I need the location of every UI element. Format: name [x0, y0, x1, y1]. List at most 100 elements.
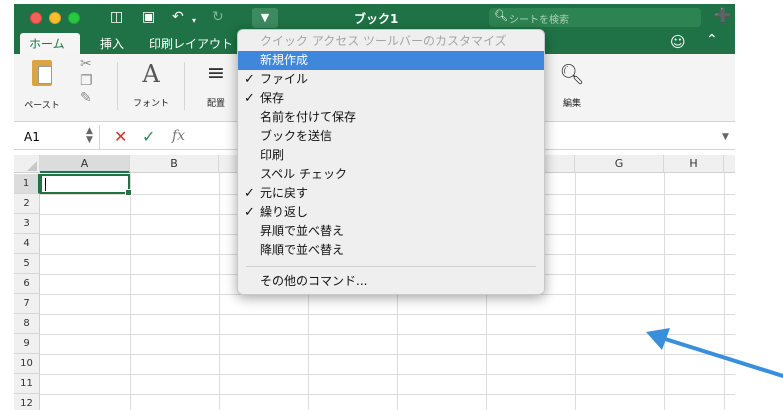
annotation-arrow	[646, 328, 783, 378]
row-header-2[interactable]: 2	[14, 194, 40, 214]
menu-item-label: 印刷	[260, 148, 285, 162]
format-painter-icon[interactable]: ✎	[80, 90, 106, 107]
tab-insert[interactable]: 挿入	[100, 35, 124, 52]
row-header-7[interactable]: 7	[14, 294, 40, 314]
expand-formula-bar-icon[interactable]: ▼	[722, 132, 729, 142]
menu-item-label: 名前を付けて保存	[260, 110, 357, 124]
row-header-10[interactable]: 10	[14, 354, 40, 374]
checkmark-icon: ✓	[244, 91, 255, 106]
menu-item-label: 繰り返し	[260, 205, 309, 219]
arrow-shaft	[660, 336, 783, 378]
menu-item[interactable]: 名前を付けて保存	[238, 108, 544, 127]
menu-divider	[246, 266, 536, 267]
menu-item[interactable]: 降順で並べ替え	[238, 241, 544, 260]
menu-item-label: 新規作成	[260, 53, 309, 67]
menu-item[interactable]: 昇順で並べ替え	[238, 222, 544, 241]
chevron-down-icon: ▼	[260, 11, 270, 24]
sheet-search-input[interactable]: 🔍︎ シートを検索	[489, 8, 701, 27]
menu-header: クイック アクセス ツールバーのカスタマイズ	[260, 34, 507, 48]
column-header-g[interactable]: G	[575, 155, 664, 173]
grid-row-line	[40, 394, 735, 395]
menu-item-more-commands[interactable]: その他のコマンド...	[238, 272, 544, 291]
window-title: ブック1	[354, 12, 399, 26]
clipboard-icon	[32, 60, 52, 86]
confirm-entry-icon[interactable]: ✓	[142, 127, 155, 146]
row-header-3[interactable]: 3	[14, 214, 40, 234]
paste-label: ペースト	[24, 101, 60, 111]
row-header-9[interactable]: 9	[14, 334, 40, 354]
font-button[interactable]: A フォント	[128, 60, 174, 109]
insert-function-icon[interactable]: fx	[172, 128, 185, 144]
menu-item[interactable]: ✓ 繰り返し	[238, 203, 544, 222]
menu-item-label: ファイル	[260, 72, 309, 86]
undo-icon[interactable]: ↶	[172, 8, 184, 26]
title-bar: ◫ ▣ ↶ ▾ ↻ ▼ ブック1 🔍︎ シートを検索 ➕	[14, 4, 735, 31]
sidebar-toggle-icon[interactable]: ◫	[110, 8, 123, 26]
close-window-button[interactable]	[30, 12, 42, 24]
share-user-icon[interactable]: ➕	[714, 8, 731, 24]
text-cursor	[45, 178, 46, 191]
qat-customize-button[interactable]: ▼	[252, 8, 278, 28]
collapse-ribbon-icon[interactable]: ⌃	[706, 32, 718, 48]
alignment-button[interactable]: ≡ 配置	[198, 60, 234, 109]
feedback-smiley-icon[interactable]: ☺	[670, 33, 686, 51]
tab-home[interactable]: ホーム	[20, 33, 80, 54]
checkmark-icon: ✓	[244, 205, 255, 220]
grid-row-line	[40, 334, 735, 335]
menu-item[interactable]: 新規作成	[238, 51, 544, 70]
tab-page-layout[interactable]: 印刷レイアウト	[149, 35, 233, 52]
menu-item-label: スペル チェック	[260, 167, 347, 181]
editing-button[interactable]: 🔍︎ 編集	[554, 60, 590, 109]
checkmark-icon: ✓	[244, 72, 255, 87]
clipboard-tools: ✂ ❐ ✎	[80, 56, 106, 107]
row-header-1[interactable]: 1	[14, 174, 40, 194]
select-all-button[interactable]	[14, 155, 40, 173]
qat-customize-menu: クイック アクセス ツールバーのカスタマイズ 新規作成 ✓ ファイル ✓ 保存名前を付け…	[237, 29, 545, 295]
copy-icon[interactable]: ❐	[80, 73, 106, 90]
grid-row-line	[40, 354, 735, 355]
menu-item[interactable]: ✓ 保存	[238, 89, 544, 108]
font-icon: A	[142, 60, 160, 88]
menu-item[interactable]: 印刷	[238, 146, 544, 165]
row-header-11[interactable]: 11	[14, 374, 40, 394]
save-icon[interactable]: ▣	[142, 8, 155, 26]
align-icon: ≡	[206, 61, 226, 86]
undo-dropdown-icon[interactable]: ▾	[192, 12, 196, 30]
minimize-window-button[interactable]	[49, 12, 61, 24]
grid-row-line	[40, 374, 735, 375]
column-header-h[interactable]: H	[664, 155, 724, 173]
menu-item-label: 昇順で並べ替え	[260, 224, 345, 238]
menu-item-label: ブックを送信	[260, 129, 333, 143]
menu-item[interactable]: ブックを送信	[238, 127, 544, 146]
menu-item-label: 元に戻す	[260, 186, 309, 200]
row-header-4[interactable]: 4	[14, 234, 40, 254]
paste-button[interactable]: ペースト	[22, 60, 62, 111]
row-header-12[interactable]: 12	[14, 394, 40, 410]
cut-icon[interactable]: ✂	[80, 56, 106, 73]
magnifier-icon: 🔍︎	[559, 62, 585, 86]
menu-item[interactable]: ✓ ファイル	[238, 70, 544, 89]
menu-item[interactable]: スペル チェック	[238, 165, 544, 184]
search-icon: 🔍︎	[494, 9, 508, 22]
active-cell[interactable]	[40, 174, 132, 196]
column-header-b[interactable]: B	[130, 155, 219, 173]
menu-item[interactable]: ✓ 元に戻す	[238, 184, 544, 203]
search-placeholder: シートを検索	[509, 15, 569, 26]
row-header-8[interactable]: 8	[14, 314, 40, 334]
grid-row-line	[40, 314, 735, 315]
cancel-entry-icon[interactable]: ✕	[114, 127, 127, 146]
column-header-a[interactable]: A	[40, 155, 130, 173]
checkmark-icon: ✓	[244, 186, 255, 201]
menu-item-label: 降順で並べ替え	[260, 243, 345, 257]
font-label: フォント	[132, 99, 169, 109]
ribbon-divider	[184, 62, 185, 110]
name-box-stepper-icon[interactable]: ▲ ▼	[86, 127, 93, 145]
ribbon-divider	[117, 62, 118, 110]
row-header-6[interactable]: 6	[14, 274, 40, 294]
redo-icon[interactable]: ↻	[212, 8, 224, 26]
cell-reference: A1	[24, 130, 40, 144]
row-header-5[interactable]: 5	[14, 254, 40, 274]
name-box[interactable]: A1 ▲ ▼	[14, 125, 100, 150]
alignment-label: 配置	[206, 99, 225, 109]
maximize-window-button[interactable]	[68, 12, 80, 24]
